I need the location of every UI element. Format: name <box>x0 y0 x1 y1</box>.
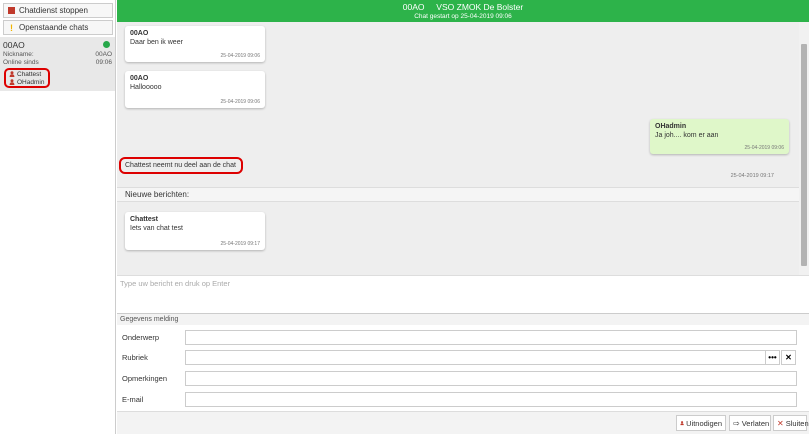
message-scrollbar[interactable] <box>799 22 809 275</box>
message-area: 00AO Daar ben ik weer 25-04-2019 09:06 0… <box>117 22 799 275</box>
message-bubble: Chattest Iets van chat test 25-04-2019 0… <box>125 212 265 250</box>
nickname-value: 00AO <box>95 51 112 58</box>
nickname-label: Nickname: <box>3 51 34 58</box>
stop-chat-service-label: Chatdienst stoppen <box>19 6 88 15</box>
close-button[interactable]: ✕ Sluiten <box>773 415 809 431</box>
participant-name: OHadmin <box>17 79 45 86</box>
sign-out-icon: ⇨ <box>733 418 740 428</box>
participant-item: Chattest <box>9 71 45 79</box>
subject-label: Onderwerp <box>122 333 160 342</box>
message-sender: OHadmin <box>655 123 687 130</box>
message-text: Daar ben ik weer <box>130 39 183 46</box>
chat-title: 00AO <box>3 40 25 50</box>
leave-button[interactable]: ⇨ Verlaten <box>729 415 771 431</box>
stop-icon <box>8 7 15 14</box>
online-since-label: Online sinds <box>3 59 39 66</box>
online-since-row: Online sinds 09:06 <box>3 59 112 66</box>
close-label: Sluiten <box>785 418 809 428</box>
new-messages-separator: Nieuwe berichten: <box>117 187 799 202</box>
message-text: Iets van chat test <box>130 225 183 232</box>
leave-label: Verlaten <box>741 418 770 428</box>
category-label: Rubriek <box>122 353 148 362</box>
report-details-heading: Gegevens melding <box>117 313 809 325</box>
online-since-value: 09:06 <box>95 59 112 66</box>
user-icon <box>9 79 15 85</box>
remarks-input[interactable] <box>185 371 797 386</box>
chat-header-title: 00AO VSO ZMOK De Bolster <box>402 2 524 12</box>
chat-list-item[interactable]: 00AO Nickname: 00AO Online sinds 09:06 C… <box>0 37 115 91</box>
message-sender: 00AO <box>130 75 149 82</box>
category-clear-button[interactable]: ✕ <box>781 350 796 365</box>
remarks-row: Opmerkingen <box>117 371 809 387</box>
category-browse-button[interactable]: ••• <box>765 350 780 365</box>
message-input-area <box>117 275 809 313</box>
open-chats-button[interactable]: ! Openstaande chats <box>3 20 113 35</box>
category-input[interactable] <box>185 350 766 365</box>
chat-header-subtitle: Chat gestart op 25-04-2019 09:06 <box>414 13 512 20</box>
message-time: 25-04-2019 09:17 <box>220 241 260 247</box>
system-message: Chattest neemt nu deel aan de chat <box>119 157 243 174</box>
message-input[interactable] <box>117 276 809 313</box>
message-time: 25-04-2019 09:06 <box>220 99 260 105</box>
email-label: E-mail <box>122 395 144 404</box>
subject-input[interactable] <box>185 330 797 345</box>
message-text: Hallooooo <box>130 84 162 91</box>
online-status-icon <box>103 41 110 48</box>
system-message-time: 25-04-2019 09:17 <box>730 173 774 179</box>
message-time: 25-04-2019 09:06 <box>220 53 260 59</box>
participant-item: OHadmin <box>9 79 45 87</box>
message-bubble: 00AO Daar ben ik weer 25-04-2019 09:06 <box>125 26 265 62</box>
subject-row: Onderwerp <box>117 330 809 346</box>
message-sender: 00AO <box>130 30 149 37</box>
close-icon: ✕ <box>777 418 784 428</box>
chat-sidebar: Chatdienst stoppen ! Openstaande chats 0… <box>0 0 116 434</box>
message-time: 25-04-2019 09:06 <box>744 145 784 151</box>
invite-button[interactable]: Uitnodigen <box>676 415 726 431</box>
chat-header: 00AO VSO ZMOK De Bolster Chat gestart op… <box>117 0 809 22</box>
participants-list: Chattest OHadmin <box>4 68 50 88</box>
email-input[interactable] <box>185 392 797 407</box>
invite-label: Uitnodigen <box>686 418 722 428</box>
message-sender: Chattest <box>130 216 159 223</box>
remarks-label: Opmerkingen <box>122 374 168 383</box>
message-text: Ja joh.... kom er aan <box>655 132 719 139</box>
nickname-row: Nickname: 00AO <box>3 51 112 58</box>
category-row: Rubriek ••• ✕ <box>117 350 809 366</box>
own-message-bubble: OHadmin Ja joh.... kom er aan 25-04-2019… <box>650 119 789 154</box>
stop-chat-service-button[interactable]: Chatdienst stoppen <box>3 3 113 18</box>
message-bubble: 00AO Hallooooo 25-04-2019 09:06 <box>125 71 265 108</box>
user-icon <box>680 421 684 426</box>
participant-name: Chattest <box>17 71 42 78</box>
user-icon <box>9 71 15 77</box>
exclamation-icon: ! <box>10 22 13 33</box>
open-chats-label: Openstaande chats <box>19 23 89 32</box>
action-footer: Uitnodigen ⇨ Verlaten ✕ Sluiten <box>117 411 809 434</box>
email-row: E-mail <box>117 392 809 408</box>
scrollbar-thumb[interactable] <box>801 44 807 266</box>
